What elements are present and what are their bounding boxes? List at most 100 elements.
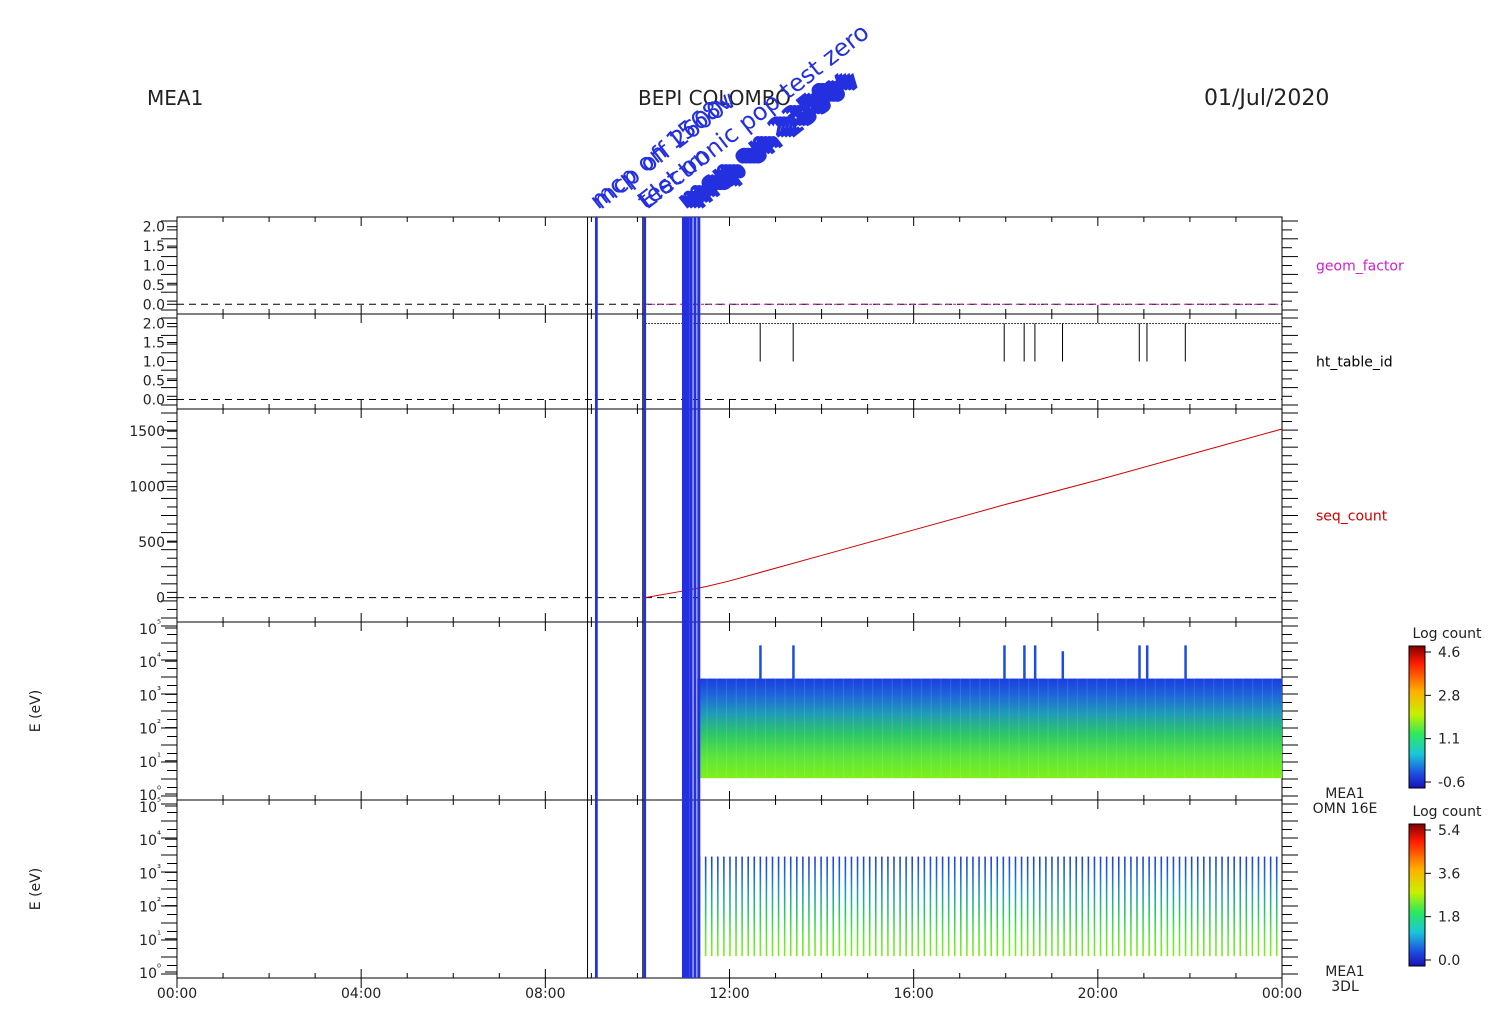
spectrum-spike <box>1003 645 1006 679</box>
tick-exponent: ⁴ <box>157 652 161 663</box>
spectrum-stripe <box>747 856 749 957</box>
spectrum-stripe <box>765 856 768 957</box>
x-tick-label: 00:00 <box>1262 986 1302 1002</box>
spectrum-stripe <box>820 856 822 957</box>
spectrum-stripe <box>1020 856 1023 957</box>
spectrum-stripe <box>777 856 780 957</box>
y-tick-label: 10² <box>139 719 161 738</box>
y-tick-label: 2.0 <box>143 317 165 333</box>
x-tick-label: 16:00 <box>893 986 933 1002</box>
spectrum-stripe <box>741 856 743 957</box>
spectrum-spike <box>1145 645 1149 679</box>
y-tick-label: 1.5 <box>143 239 165 255</box>
spectrum-stripe <box>1081 856 1084 957</box>
tick-base: 10 <box>139 966 157 982</box>
x-tick-label: 04:00 <box>341 986 381 1002</box>
spectrum-stripe <box>1039 856 1041 957</box>
y-tick-label: 10³ <box>139 863 161 882</box>
colorbar-title: Log count <box>1413 626 1482 642</box>
spectrum-stripe <box>1196 856 1199 957</box>
tick-exponent: ² <box>157 719 161 730</box>
y-tick-label: 1000 <box>129 480 165 496</box>
tick-exponent: ¹ <box>157 752 161 763</box>
x-tick-label: 20:00 <box>1078 986 1118 1002</box>
tick-base: 10 <box>139 833 157 849</box>
spectrum-stripe <box>1269 856 1272 957</box>
tick-exponent: ⁵ <box>157 797 161 808</box>
spectrum-stripe <box>905 856 907 957</box>
tick-exponent: ⁵ <box>157 619 161 630</box>
spectrum-stripe <box>1172 856 1175 957</box>
spectrum-stripe <box>923 856 926 957</box>
spectrum-stripe <box>783 856 786 957</box>
colorbar-tick-label: 1.8 <box>1438 910 1460 926</box>
spectrum-stripe <box>996 856 999 957</box>
colorbar-tick-label: 3.6 <box>1438 866 1460 882</box>
spectrum-stripe <box>832 856 835 957</box>
spectrum-stripe <box>838 856 841 957</box>
colorbar-tick-label: -0.6 <box>1438 775 1465 791</box>
spectrum-stripe <box>966 856 968 957</box>
spectrum-stripe <box>1160 856 1163 957</box>
panel-label: geom_factor <box>1316 259 1404 275</box>
y-axis-label: E (eV) <box>28 690 44 732</box>
spectrum-stripe <box>1117 856 1120 957</box>
colorbar-tick-label: 5.4 <box>1438 823 1460 839</box>
spectrum-stripe <box>1045 856 1047 957</box>
spectrum-spike <box>1023 645 1026 679</box>
spectrum-stripe <box>899 856 901 957</box>
colorbar-tick-label: 2.8 <box>1438 688 1460 704</box>
spectrum-stripe <box>1075 856 1078 957</box>
y-tick-label: 1.0 <box>143 355 165 371</box>
spectrum-stripe <box>789 856 792 957</box>
spectrum-stripe <box>941 856 944 957</box>
tick-exponent: ³ <box>157 685 161 696</box>
spectrum-stripe <box>723 856 725 957</box>
spectrum-spike <box>1138 645 1141 679</box>
spectrum-stripe <box>796 856 798 957</box>
spectrum-stripe <box>947 856 950 957</box>
spectrum-stripe <box>929 856 932 957</box>
colorbar-title: Log count <box>1413 804 1482 820</box>
spectrum-stripe <box>704 856 707 957</box>
spectrum-stripe <box>1154 856 1157 957</box>
x-tick-label: 00:00 <box>157 986 197 1002</box>
spectrum-stripe <box>802 856 804 957</box>
spectrum-stripe <box>1215 856 1217 957</box>
spectrum-stripe <box>1245 856 1248 957</box>
spectrum-stripe <box>917 856 920 957</box>
spectrum-stripe <box>972 856 974 957</box>
spectrum-stripe <box>1087 856 1090 957</box>
spectrum-stripe <box>710 856 713 957</box>
spectrum-stripe <box>1026 856 1029 957</box>
y-tick-label: 10² <box>139 897 161 916</box>
tick-exponent: ¹ <box>157 930 161 941</box>
spectrum-stripe <box>953 856 956 957</box>
spectrum-stripe <box>729 856 731 957</box>
spectrum-stripe <box>935 856 938 957</box>
spectrum-stripe <box>868 856 871 957</box>
tick-base: 10 <box>139 722 157 738</box>
spectrum-stripe <box>814 856 816 957</box>
spectrum-stripe <box>990 856 992 957</box>
spectrum-stripe <box>717 856 719 957</box>
y-tick-label: 0.5 <box>143 374 165 390</box>
spectrum-spike <box>792 645 795 679</box>
panel-label: ht_table_id <box>1316 355 1393 371</box>
spectrum-stripe <box>1130 856 1132 957</box>
spectrum-stripe <box>881 856 883 957</box>
spectrum-stripe <box>1251 856 1254 957</box>
spectrum-stripe <box>984 856 986 957</box>
colorbar-tick-label: 4.6 <box>1438 645 1460 661</box>
spectrum-stripe <box>771 856 774 957</box>
tick-base: 10 <box>139 866 157 882</box>
spectrum-stripe <box>735 856 737 957</box>
y-tick-label: 0 <box>156 591 165 607</box>
spectrum-stripe <box>960 856 962 957</box>
spectrum-stripe <box>1178 856 1181 957</box>
spectrum-stripe <box>1014 856 1017 957</box>
tick-base: 10 <box>139 900 157 916</box>
spectrum-stripe <box>1275 856 1278 957</box>
y-tick-label: 1.0 <box>143 259 165 275</box>
spectrum-stripe <box>856 856 859 957</box>
